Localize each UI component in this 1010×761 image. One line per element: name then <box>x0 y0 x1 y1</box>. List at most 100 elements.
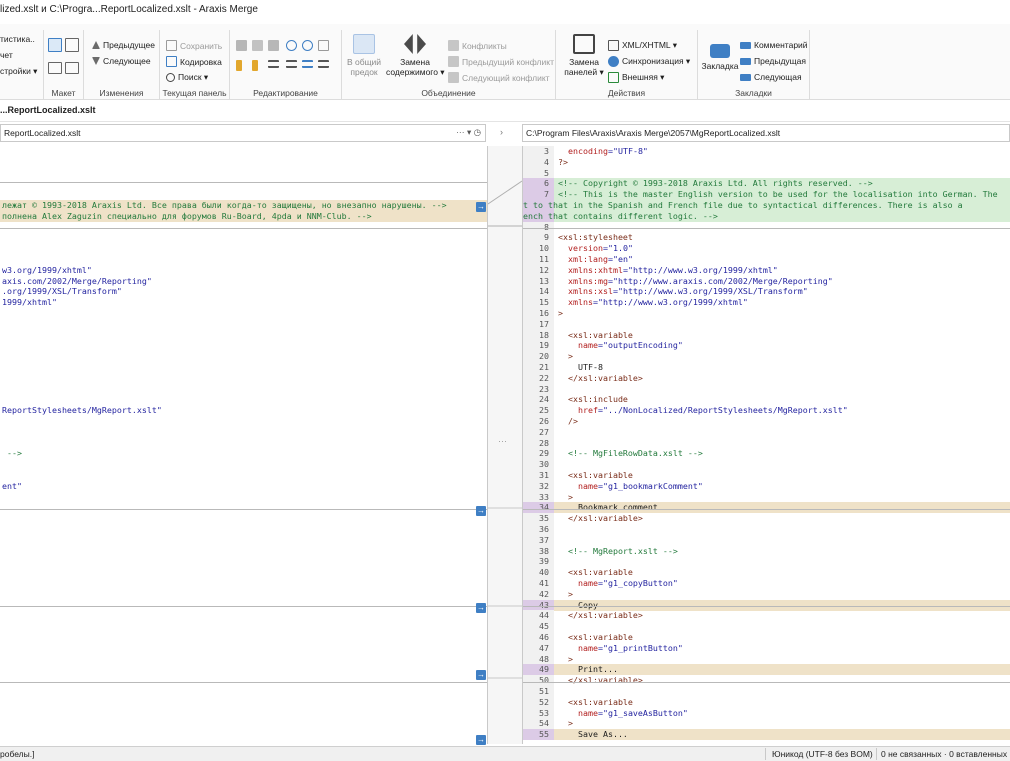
conflicts-button[interactable]: Конфликты <box>448 40 507 51</box>
code-line[interactable]: 20 > <box>523 351 1010 363</box>
code-line[interactable]: 27 <box>523 426 1010 438</box>
search-button[interactable]: Поиск ▾ <box>166 72 208 83</box>
code-line[interactable]: 51 <box>523 686 1010 697</box>
code-line[interactable]: 38 <!-- MgReport.xslt --> <box>523 545 1010 557</box>
code-line[interactable]: полнена Alex Zaguzin специально для фору… <box>0 210 487 222</box>
merge-arrow-icon[interactable]: → <box>476 670 486 680</box>
save-button[interactable]: Сохранить <box>166 40 222 51</box>
encoding-button[interactable]: Кодировка <box>166 56 222 67</box>
code-line[interactable]: 34 Bookmark comment <box>523 502 1010 514</box>
next-conflict-button[interactable]: Следующий конфликт <box>448 72 550 83</box>
code-line[interactable]: 5 <box>523 167 1010 179</box>
code-line[interactable]: 53 name="g1_saveAsButton" <box>523 707 1010 719</box>
code-line[interactable]: 12 xmlns:xhtml="http://www.w3.org/1999/x… <box>523 264 1010 276</box>
general-view-button[interactable]: В общий предок <box>344 34 384 77</box>
code-line[interactable]: 1999/xhtml" <box>0 297 487 308</box>
code-line[interactable]: 55 Save As... <box>523 729 1010 741</box>
code-line[interactable]: 48 > <box>523 653 1010 665</box>
find-replace-icon[interactable] <box>318 40 329 51</box>
code-line[interactable]: 4 ?> <box>523 156 1010 168</box>
code-line[interactable]: 9 <xsl:stylesheet <box>523 232 1010 244</box>
copy-icon[interactable] <box>268 40 279 51</box>
status-encoding[interactable]: Юникод (UTF-8 без BOM) <box>772 749 873 759</box>
left-path-tools[interactable]: ··· ▾ ◷ <box>456 127 481 138</box>
code-line[interactable]: 49 Print... <box>523 664 1010 676</box>
layout-vertical-icon[interactable] <box>65 38 79 52</box>
next-change-button[interactable]: Следующее <box>92 56 151 66</box>
code-line[interactable]: 11 xml:lang="en" <box>523 254 1010 265</box>
code-line[interactable]: ReportStylesheets/MgReport.xslt" <box>0 405 487 416</box>
paste-icon[interactable] <box>236 40 247 51</box>
layout-two-way-icon[interactable] <box>48 62 62 74</box>
external-button[interactable]: Внешняя ▾ <box>608 72 664 83</box>
code-line[interactable]: 28 <box>523 437 1010 449</box>
splitter-handle-icon[interactable]: ··· <box>498 436 507 446</box>
code-line[interactable]: axis.com/2002/Merge/Reporting" <box>0 276 487 287</box>
right-path-field[interactable]: C:\Program Files\Araxis\Araxis Merge\205… <box>522 124 1010 142</box>
bookmark-comment-button[interactable]: Комментарий <box>740 40 808 50</box>
code-line[interactable]: 16 > <box>523 308 1010 319</box>
insert-above-icon[interactable] <box>236 60 242 71</box>
merge-arrow-icon[interactable]: → <box>476 603 486 613</box>
code-line[interactable]: 32 name="g1_bookmarkComment" <box>523 480 1010 492</box>
code-line[interactable]: w3.org/1999/xhtml" <box>0 265 487 276</box>
prev-conflict-button[interactable]: Предыдущий конфликт <box>448 56 554 67</box>
code-line[interactable]: 21 UTF-8 <box>523 362 1010 373</box>
prev-bookmark-button[interactable]: Предыдущая <box>740 56 806 66</box>
code-line[interactable]: 23 <box>523 383 1010 395</box>
xml-xhtml-button[interactable]: XML/XHTML ▾ <box>608 40 677 51</box>
code-line[interactable]: 44 </xsl:variable> <box>523 610 1010 622</box>
redo-icon[interactable] <box>302 40 313 51</box>
sync-button[interactable]: Синхронизация ▾ <box>608 56 690 67</box>
code-line[interactable]: 33 > <box>523 491 1010 503</box>
code-line[interactable]: 39 <box>523 556 1010 568</box>
undo-icon[interactable] <box>286 40 297 51</box>
left-path-field[interactable]: ReportLocalized.xslt ··· ▾ ◷ <box>0 124 486 142</box>
code-line[interactable]: 42 > <box>523 588 1010 600</box>
prev-change-button[interactable]: Предыдущее <box>92 40 155 50</box>
code-line[interactable]: 40 <xsl:variable <box>523 567 1010 579</box>
code-line[interactable]: 3 encoding="UTF-8" <box>523 146 1010 157</box>
code-line[interactable]: 6 <!-- Copyright © 1993-2018 Araxis Ltd. … <box>523 178 1010 190</box>
settings-button[interactable]: стройки ▾ <box>0 66 37 77</box>
layout-three-way-icon[interactable] <box>65 62 79 74</box>
merge-arrow-icon[interactable]: → <box>476 202 486 212</box>
code-line[interactable]: 18 <xsl:variable <box>523 329 1010 341</box>
bookmark-button[interactable]: Закладка <box>700 44 740 71</box>
left-editor-pane[interactable]: лежат © 1993-2018 Araxis Ltd. Все права … <box>0 146 488 744</box>
code-line[interactable]: 14 xmlns:xsl="http://www.w3.org/1999/XSL… <box>523 286 1010 298</box>
code-line[interactable]: 47 name="g1_printButton" <box>523 642 1010 654</box>
code-line[interactable]: 13 xmlns:mg="http://www.araxis.com/2002/… <box>523 275 1010 287</box>
code-line[interactable]: 54 > <box>523 718 1010 730</box>
code-line[interactable]: 30 <box>523 459 1010 471</box>
document-tab[interactable]: ...ReportLocalized.xslt <box>0 105 96 115</box>
code-line[interactable]: t to that in the Spanish and French file… <box>523 200 1010 211</box>
code-line[interactable]: 26 /> <box>523 416 1010 427</box>
code-line[interactable]: 41 name="g1_copyButton" <box>523 578 1010 589</box>
indent-icon[interactable] <box>286 60 297 68</box>
wrap-icon[interactable] <box>318 60 329 68</box>
code-line[interactable]: 50 </xsl:variable> <box>523 675 1010 687</box>
code-line[interactable]: 7 <!-- This is the master English version… <box>523 189 1010 201</box>
code-line[interactable]: 24 <xsl:include <box>523 394 1010 406</box>
merge-arrow-icon[interactable]: → <box>476 735 486 745</box>
insert-below-icon[interactable] <box>252 60 258 71</box>
code-line[interactable]: 25 href="../NonLocalized/ReportStyleshee… <box>523 405 1010 417</box>
code-line[interactable]: лежат © 1993-2018 Araxis Ltd. Все права … <box>0 200 487 211</box>
code-line[interactable]: 35 </xsl:variable> <box>523 513 1010 525</box>
layout-horizontal-icon[interactable] <box>48 38 62 52</box>
code-line[interactable]: 10 version="1.0" <box>523 243 1010 255</box>
code-line[interactable]: .org/1999/XSL/Transform" <box>0 286 487 297</box>
code-line[interactable]: 52 <xsl:variable <box>523 696 1010 708</box>
code-line[interactable]: 19 name="outputEncoding" <box>523 340 1010 352</box>
report-button[interactable]: чет <box>0 50 13 60</box>
code-line[interactable]: 15 xmlns="http://www.w3.org/1999/xhtml" <box>523 297 1010 309</box>
code-line[interactable]: 45 <box>523 621 1010 633</box>
merge-arrow-icon[interactable]: → <box>476 506 486 516</box>
code-line[interactable]: 29 <!-- MgFileRowData.xslt --> <box>523 448 1010 460</box>
code-line[interactable]: 31 <xsl:variable <box>523 470 1010 481</box>
cut-icon[interactable] <box>252 40 263 51</box>
outdent-icon[interactable] <box>302 60 313 68</box>
code-line[interactable]: 36 <box>523 524 1010 535</box>
code-line[interactable]: --> <box>0 448 487 459</box>
